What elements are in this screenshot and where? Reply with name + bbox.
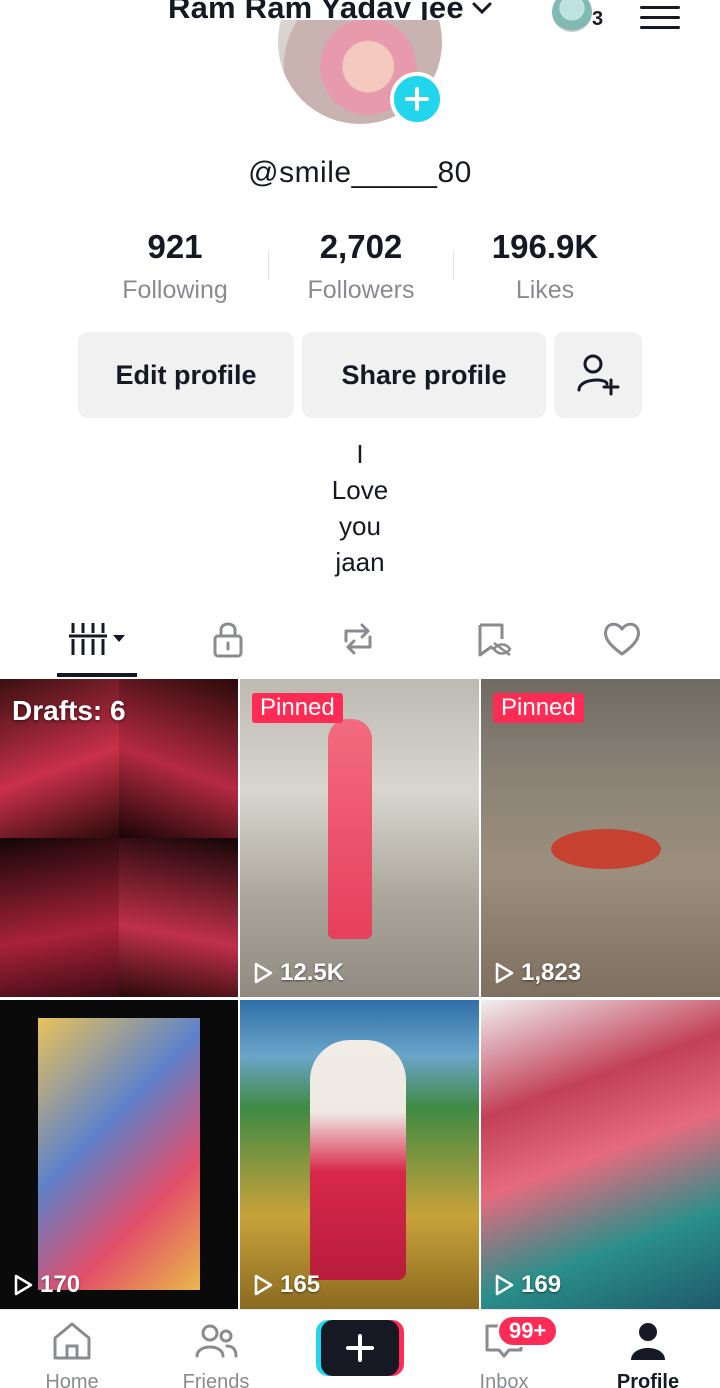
bio-line: you xyxy=(339,511,381,541)
nav-friends[interactable]: Friends xyxy=(144,1318,288,1388)
add-user-icon xyxy=(577,354,620,396)
stat-divider xyxy=(268,250,269,280)
thumbnail-figure xyxy=(310,1040,406,1280)
view-count: 170 xyxy=(12,1271,80,1299)
nav-home-label: Home xyxy=(45,1371,99,1388)
pinned-badge: Pinned xyxy=(493,693,584,723)
friends-icon xyxy=(195,1324,238,1358)
nav-home[interactable]: Home xyxy=(0,1318,144,1388)
drafts-label: Drafts: 6 xyxy=(12,695,126,726)
heart-icon xyxy=(604,622,640,656)
add-avatar-button[interactable] xyxy=(390,72,444,126)
video-grid: Drafts: 6 Pinned 12.5K Pinned 1,823 170 … xyxy=(0,679,720,1309)
stat-following[interactable]: 921 Following xyxy=(85,228,265,305)
following-label: Following xyxy=(122,276,228,304)
video-thumbnail[interactable]: 170 xyxy=(0,1000,238,1309)
play-icon xyxy=(254,1274,273,1296)
bio-line: Love xyxy=(331,475,389,505)
lock-icon xyxy=(213,622,243,658)
likes-count: 196.9K xyxy=(491,228,599,265)
draft-thumbnail xyxy=(0,838,119,997)
share-profile-button[interactable]: Share profile xyxy=(302,332,546,418)
thumbnail-figure xyxy=(328,719,372,939)
plus-icon xyxy=(405,87,429,111)
following-count: 921 xyxy=(147,228,203,265)
stat-divider xyxy=(453,250,454,280)
tab-liked[interactable] xyxy=(582,606,662,672)
thumbnail-object xyxy=(551,829,661,869)
inbox-badge: 99+ xyxy=(497,1315,559,1347)
nav-profile[interactable]: Profile xyxy=(576,1318,720,1388)
followers-count: 2,702 xyxy=(319,228,403,265)
add-friend-button[interactable] xyxy=(554,332,642,418)
play-icon xyxy=(495,1274,514,1296)
draft-thumbnail xyxy=(119,679,238,838)
view-count: 169 xyxy=(493,1271,561,1299)
pinned-badge: Pinned xyxy=(252,693,343,723)
thumbnail-collage xyxy=(38,1018,200,1290)
view-count: 165 xyxy=(252,1271,320,1299)
play-icon xyxy=(254,962,273,984)
view-count: 12.5K xyxy=(252,959,344,987)
plus-icon xyxy=(346,1334,374,1362)
tab-private[interactable] xyxy=(188,606,268,672)
nav-friends-label: Friends xyxy=(182,1371,250,1388)
tab-videos[interactable] xyxy=(57,606,137,672)
profile-bio: I Love you jaan xyxy=(0,436,720,580)
bottom-navigation: Home Friends Inbox 99+ Profile xyxy=(0,1309,720,1388)
tab-reposts[interactable] xyxy=(318,606,398,672)
hidden-bookmark-icon xyxy=(478,623,512,657)
video-thumbnail[interactable]: Pinned 1,823 xyxy=(481,679,720,997)
active-tab-indicator xyxy=(57,673,137,677)
drafts-cell[interactable]: Drafts: 6 xyxy=(0,679,238,997)
grid-videos-icon xyxy=(69,623,125,655)
nav-inbox-label: Inbox xyxy=(479,1371,529,1388)
bio-line: jaan xyxy=(335,547,385,577)
view-count-text: 165 xyxy=(280,1271,321,1298)
chevron-down-icon xyxy=(472,2,492,15)
view-count-text: 12.5K xyxy=(280,959,345,986)
tab-favorites[interactable] xyxy=(452,606,532,672)
linked-account-count: 3 xyxy=(592,8,604,30)
profile-handle: @smile_____80 xyxy=(248,156,472,189)
repost-icon xyxy=(344,623,372,655)
profile-icon xyxy=(631,1323,665,1360)
video-thumbnail[interactable]: Pinned 12.5K xyxy=(240,679,479,997)
view-count: 1,823 xyxy=(493,959,581,987)
video-thumbnail[interactable]: 169 xyxy=(481,1000,720,1309)
content-tabs xyxy=(0,606,720,678)
stat-followers[interactable]: 2,702 Followers xyxy=(271,228,451,305)
view-count-text: 169 xyxy=(521,1271,562,1298)
nav-profile-label: Profile xyxy=(616,1371,680,1388)
create-button[interactable] xyxy=(316,1320,404,1376)
linked-account-avatar[interactable] xyxy=(552,0,592,32)
edit-profile-button[interactable]: Edit profile xyxy=(78,332,294,418)
video-thumbnail[interactable]: 165 xyxy=(240,1000,479,1309)
play-icon xyxy=(495,962,514,984)
profile-stats: 921 Following 2,702 Followers 196.9K Lik… xyxy=(0,228,720,308)
view-count-text: 170 xyxy=(40,1271,81,1298)
draft-thumbnail xyxy=(119,838,238,997)
likes-label: Likes xyxy=(515,276,575,304)
view-count-text: 1,823 xyxy=(521,959,582,986)
bio-line: I xyxy=(356,439,364,469)
hamburger-menu-icon[interactable] xyxy=(640,6,680,29)
stat-likes[interactable]: 196.9K Likes xyxy=(455,228,635,305)
followers-label: Followers xyxy=(307,276,415,304)
play-icon xyxy=(14,1274,33,1296)
home-icon xyxy=(53,1322,91,1360)
